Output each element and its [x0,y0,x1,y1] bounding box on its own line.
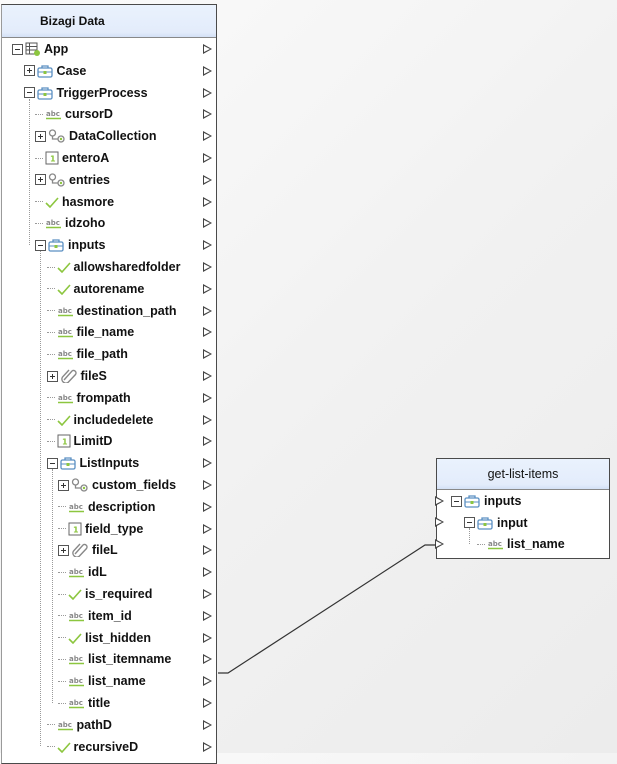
mapping-connector[interactable] [0,0,617,753]
mapping-line [218,544,436,674]
